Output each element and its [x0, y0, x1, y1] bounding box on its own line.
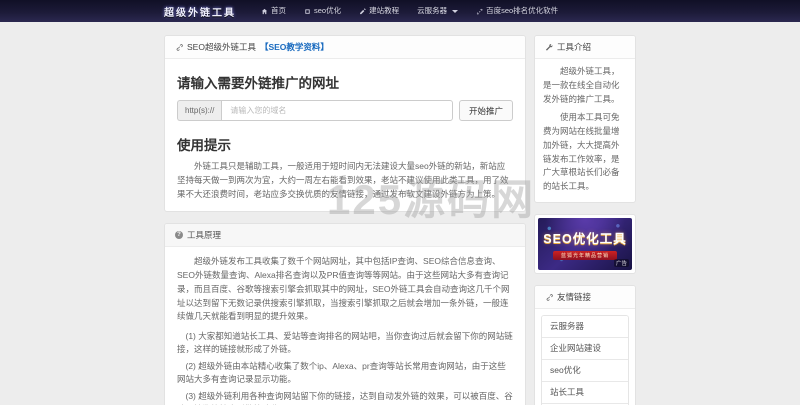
question-circle-icon: ? [175, 231, 183, 240]
tool-intro-title: 工具介绍 [557, 42, 592, 52]
pencil-icon [360, 7, 366, 14]
principle-item: (1) 大家都知道站长工具、爱站等查询排名的网站吧，当你查询过后就会留下你的网站… [177, 331, 513, 354]
caret-down-icon [452, 9, 459, 13]
form-heading: 请输入需要外链推广的网址 [177, 76, 339, 91]
tool-intro-p2: 使用本工具可免费为网站在线批量增加外链，大大提高外链发布工作效率，是广大草根站长… [543, 112, 620, 192]
link-icon [477, 8, 483, 14]
url-input-group: http(s):// 开始推广 [177, 100, 513, 121]
friend-link[interactable]: 站长工具 [542, 381, 628, 404]
friend-link[interactable]: 云服务器 [542, 315, 628, 338]
tips-heading: 使用提示 [177, 138, 231, 153]
friend-link[interactable]: seo优化 [542, 359, 628, 382]
tool-card-header: SEO超级外链工具 【SEO教学资料】 [165, 36, 525, 59]
wrench-icon [545, 44, 553, 51]
friend-link[interactable]: 企业网站建设 [542, 337, 628, 360]
sidebar: 工具介绍 超级外链工具，是一款在线全自动化发外链的推广工具。 使用本工具可免费为… [534, 35, 636, 405]
nav-menu: 首页 seo优化 建站教程 云服务器 百度seo排名优化软件 [252, 0, 567, 22]
seo-tool-ad-banner[interactable]: SEO优化工具 蓝狐光年精品营销 广告 [538, 217, 632, 270]
book-icon [305, 8, 310, 14]
friend-links-header: 友情链接 [535, 285, 635, 309]
friend-links-card: 友情链接 云服务器 企业网站建设 seo优化 站长工具 seo工具 外链工具 百… [534, 284, 636, 405]
tips-text: 外链工具只是辅助工具，一般适用于短时间内无法建设大量seo外链的新站，新站应坚持… [177, 161, 509, 199]
tool-card: SEO超级外链工具 【SEO教学资料】 请输入需要外链推广的网址 http(s)… [164, 35, 526, 213]
tool-intro-header: 工具介绍 [535, 36, 635, 59]
seo-material-link[interactable]: 【SEO教学资料】 [260, 41, 329, 53]
protocol-prefix: http(s):// [177, 100, 222, 121]
ad-banner-card: SEO优化工具 蓝狐光年精品营销 广告 [534, 213, 636, 274]
top-navbar: 超级外链工具 首页 seo优化 建站教程 云服务器 百度seo排名优化软件 [0, 0, 800, 22]
tool-card-title: SEO超级外链工具 [187, 42, 256, 52]
start-promotion-button[interactable]: 开始推广 [458, 100, 513, 121]
tool-intro-card: 工具介绍 超级外链工具，是一款在线全自动化发外链的推广工具。 使用本工具可免费为… [534, 35, 636, 203]
nav-item-tutorial[interactable]: 建站教程 [350, 0, 408, 22]
site-logo[interactable]: 超级外链工具 [164, 4, 236, 19]
nav-item-seo[interactable]: seo优化 [295, 0, 350, 22]
home-icon [261, 8, 268, 14]
link-icon [176, 44, 183, 51]
friend-links-title: 友情链接 [557, 291, 592, 302]
nav-item-cloud-server[interactable]: 云服务器 [408, 0, 467, 22]
link-icon [546, 294, 553, 301]
principle-panel: ? 工具原理 超级外链发布工具收集了数千个网站网址，其中包括IP查询、SEO综合… [164, 223, 526, 405]
principle-intro: 超级外链发布工具收集了数千个网站网址，其中包括IP查询、SEO综合信息查询、SE… [177, 256, 510, 322]
domain-input[interactable] [221, 100, 453, 121]
nav-item-baidu-seo[interactable]: 百度seo排名优化软件 [467, 0, 567, 22]
tool-intro-p1: 超级外链工具，是一款在线全自动化发外链的推广工具。 [543, 66, 620, 104]
principle-header: ? 工具原理 [165, 224, 525, 248]
principle-item: (3) 超级外链利用各种查询网站留下你的链接，达到自动发外链的效果，可以被百度、… [177, 391, 513, 405]
banner-title: SEO优化工具 [543, 231, 627, 246]
friend-links-list: 云服务器 企业网站建设 seo优化 站长工具 seo工具 外链工具 百度seo排… [541, 314, 629, 405]
nav-item-home[interactable]: 首页 [252, 0, 295, 22]
main-column: SEO超级外链工具 【SEO教学资料】 请输入需要外链推广的网址 http(s)… [164, 35, 526, 405]
principle-item: (2) 超级外链由本站精心收集了数个ip、Alexa、pr查询等站长常用查询网站… [177, 361, 506, 384]
page-content: 125源码网 SEO超级外链工具 【SEO教学资料】 请输入需要外链推广的网址 … [164, 35, 636, 405]
principle-title: 工具原理 [187, 230, 222, 241]
banner-subtitle: 蓝狐光年精品营销 [552, 250, 617, 260]
ad-badge: 广告 [613, 258, 629, 267]
